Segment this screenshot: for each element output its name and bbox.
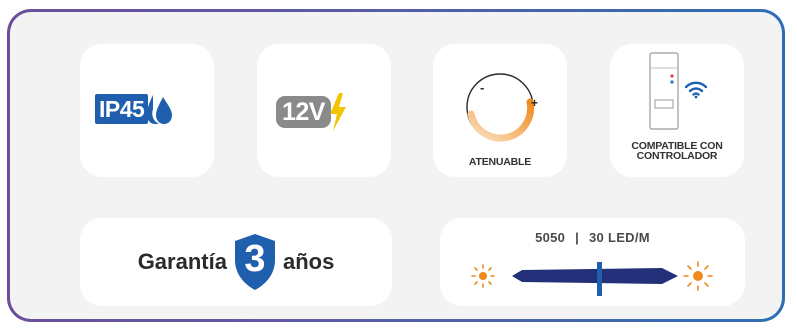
sun-left-icon	[471, 264, 495, 288]
ip-rating-badge: IP45	[95, 93, 173, 125]
led-strip-card: 5050 | 30 LED/M	[440, 218, 745, 306]
warranty-row: Garantía 3 años	[80, 218, 392, 306]
sun-right-icon	[683, 261, 713, 291]
warranty-prefix: Garantía	[137, 249, 227, 274]
led-strip-diagram	[471, 261, 713, 296]
dimmer-minus: -	[480, 80, 484, 95]
warranty-suffix: años	[282, 249, 335, 274]
dimmer-dial-icon: - +	[466, 73, 538, 142]
voltage-card: 12V	[257, 44, 391, 177]
controller-card: COMPATIBLE CON CONTROLADOR	[610, 44, 744, 177]
dimmable-card: - + ATENUABLE	[433, 44, 567, 177]
warranty-card: Garantía 3 años	[80, 218, 392, 306]
ip-rating-text: IP45	[95, 94, 149, 124]
dimmable-label: ATENUABLE	[468, 156, 532, 168]
frame: IP45 12V - + ATENUABLE COMPATIBLE CON CO…	[7, 9, 785, 322]
lightning-bolt-icon	[329, 93, 346, 131]
cut-mark	[597, 262, 602, 296]
water-drop-icon	[147, 95, 173, 124]
voltage-text: 12V	[276, 96, 331, 128]
wifi-icon	[684, 81, 708, 99]
warranty-shield: 3	[231, 232, 279, 292]
led-strip-body	[512, 268, 678, 284]
voltage-badge: 12V	[276, 93, 347, 131]
warranty-years: 3	[244, 238, 266, 280]
panel: IP45 12V - + ATENUABLE COMPATIBLE CON CO…	[10, 12, 782, 319]
dimmer-plus: +	[531, 96, 538, 110]
controller-label-line2: CONTROLADOR	[636, 150, 718, 162]
ip-rating-card: IP45	[80, 44, 214, 177]
